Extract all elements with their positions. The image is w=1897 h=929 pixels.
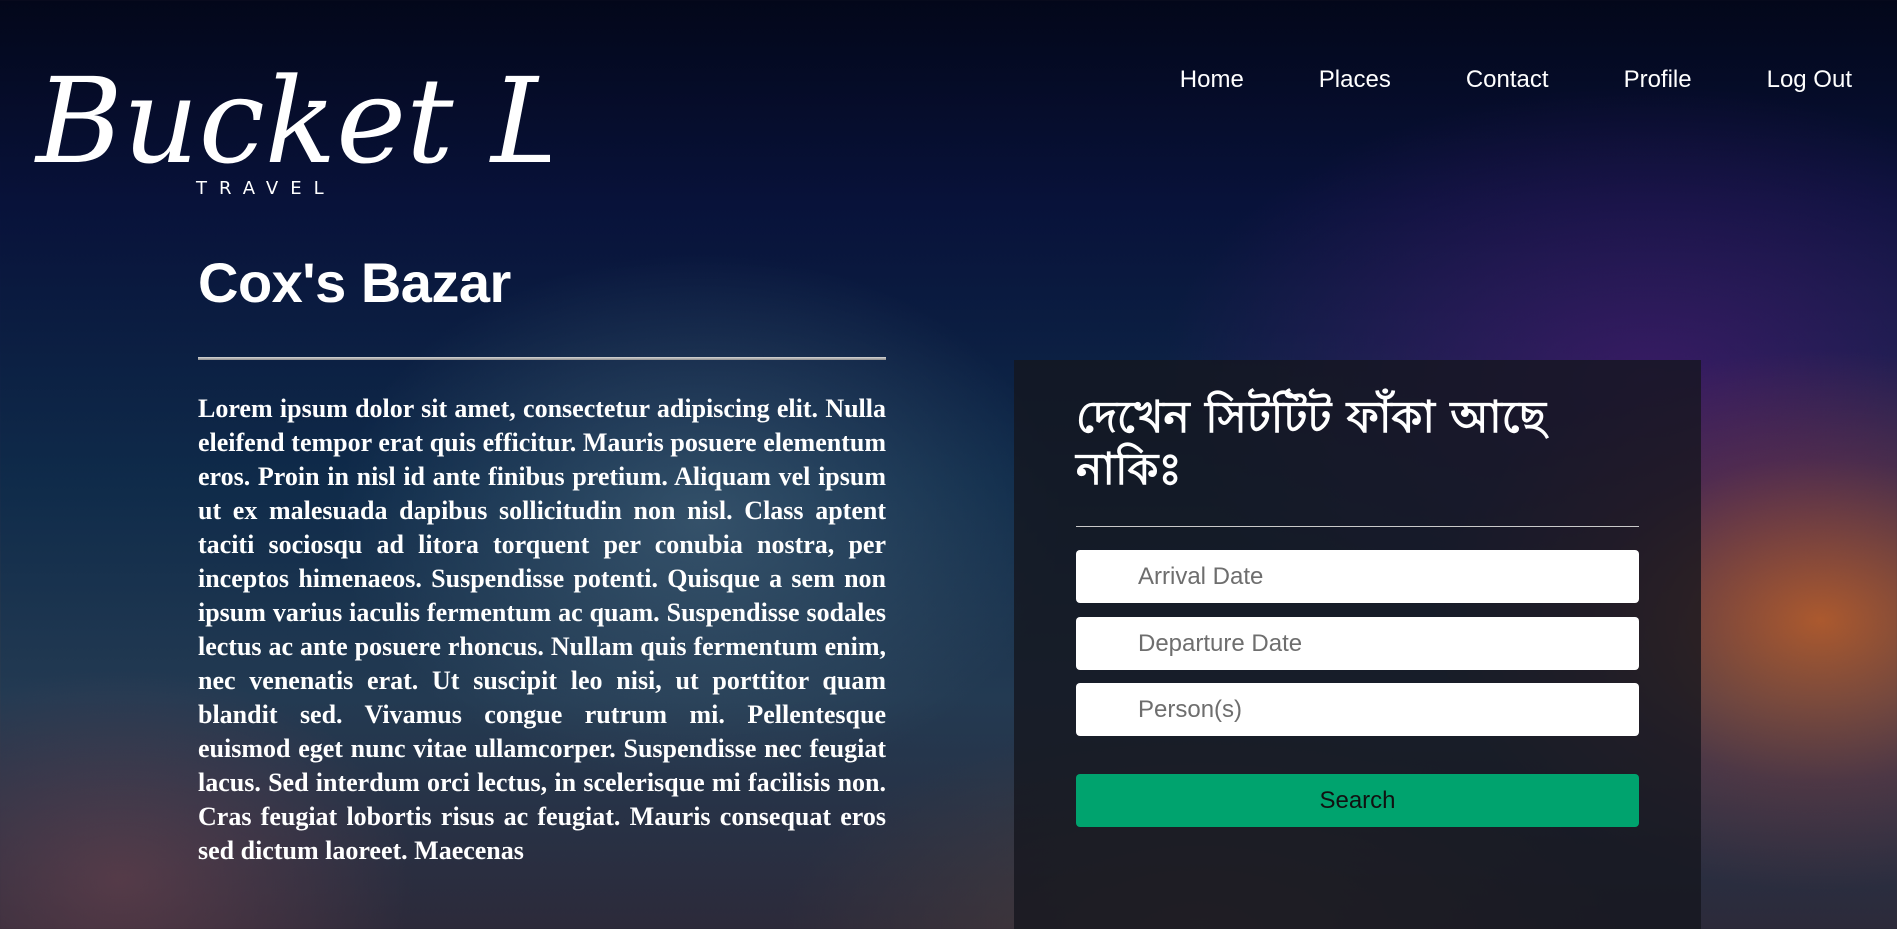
persons-input[interactable] — [1076, 683, 1639, 736]
nav-profile-link[interactable]: Profile — [1624, 66, 1692, 94]
logo-script-text: Bucket List — [34, 52, 550, 190]
nav-places-link[interactable]: Places — [1319, 66, 1391, 94]
bucket-list-travel-logo[interactable]: Bucket List TRAVEL — [30, 24, 716, 204]
arrival-date-input[interactable] — [1076, 550, 1639, 603]
main-nav: Home Places Contact Profile Log Out — [1105, 66, 1852, 94]
logo-subtext: TRAVEL — [195, 178, 336, 199]
nav-contact-link[interactable]: Contact — [1466, 66, 1549, 94]
departure-date-input[interactable] — [1076, 617, 1639, 670]
place-title: Cox's Bazar — [198, 251, 511, 314]
nav-logout-link[interactable]: Log Out — [1767, 66, 1852, 94]
search-button[interactable]: Search — [1076, 774, 1639, 827]
booking-divider — [1076, 526, 1639, 527]
place-description: Lorem ipsum dolor sit amet, consectetur … — [198, 394, 886, 865]
title-divider — [198, 357, 886, 360]
nav-home-link[interactable]: Home — [1180, 66, 1244, 94]
logo-graphic: Bucket List TRAVEL — [34, 52, 716, 199]
booking-panel: দেখেন সিটটিট ফাঁকা আছে নাকিঃ Search — [1014, 360, 1701, 929]
booking-heading: দেখেন সিটটিট ফাঁকা আছে নাকিঃ — [1076, 392, 1547, 495]
